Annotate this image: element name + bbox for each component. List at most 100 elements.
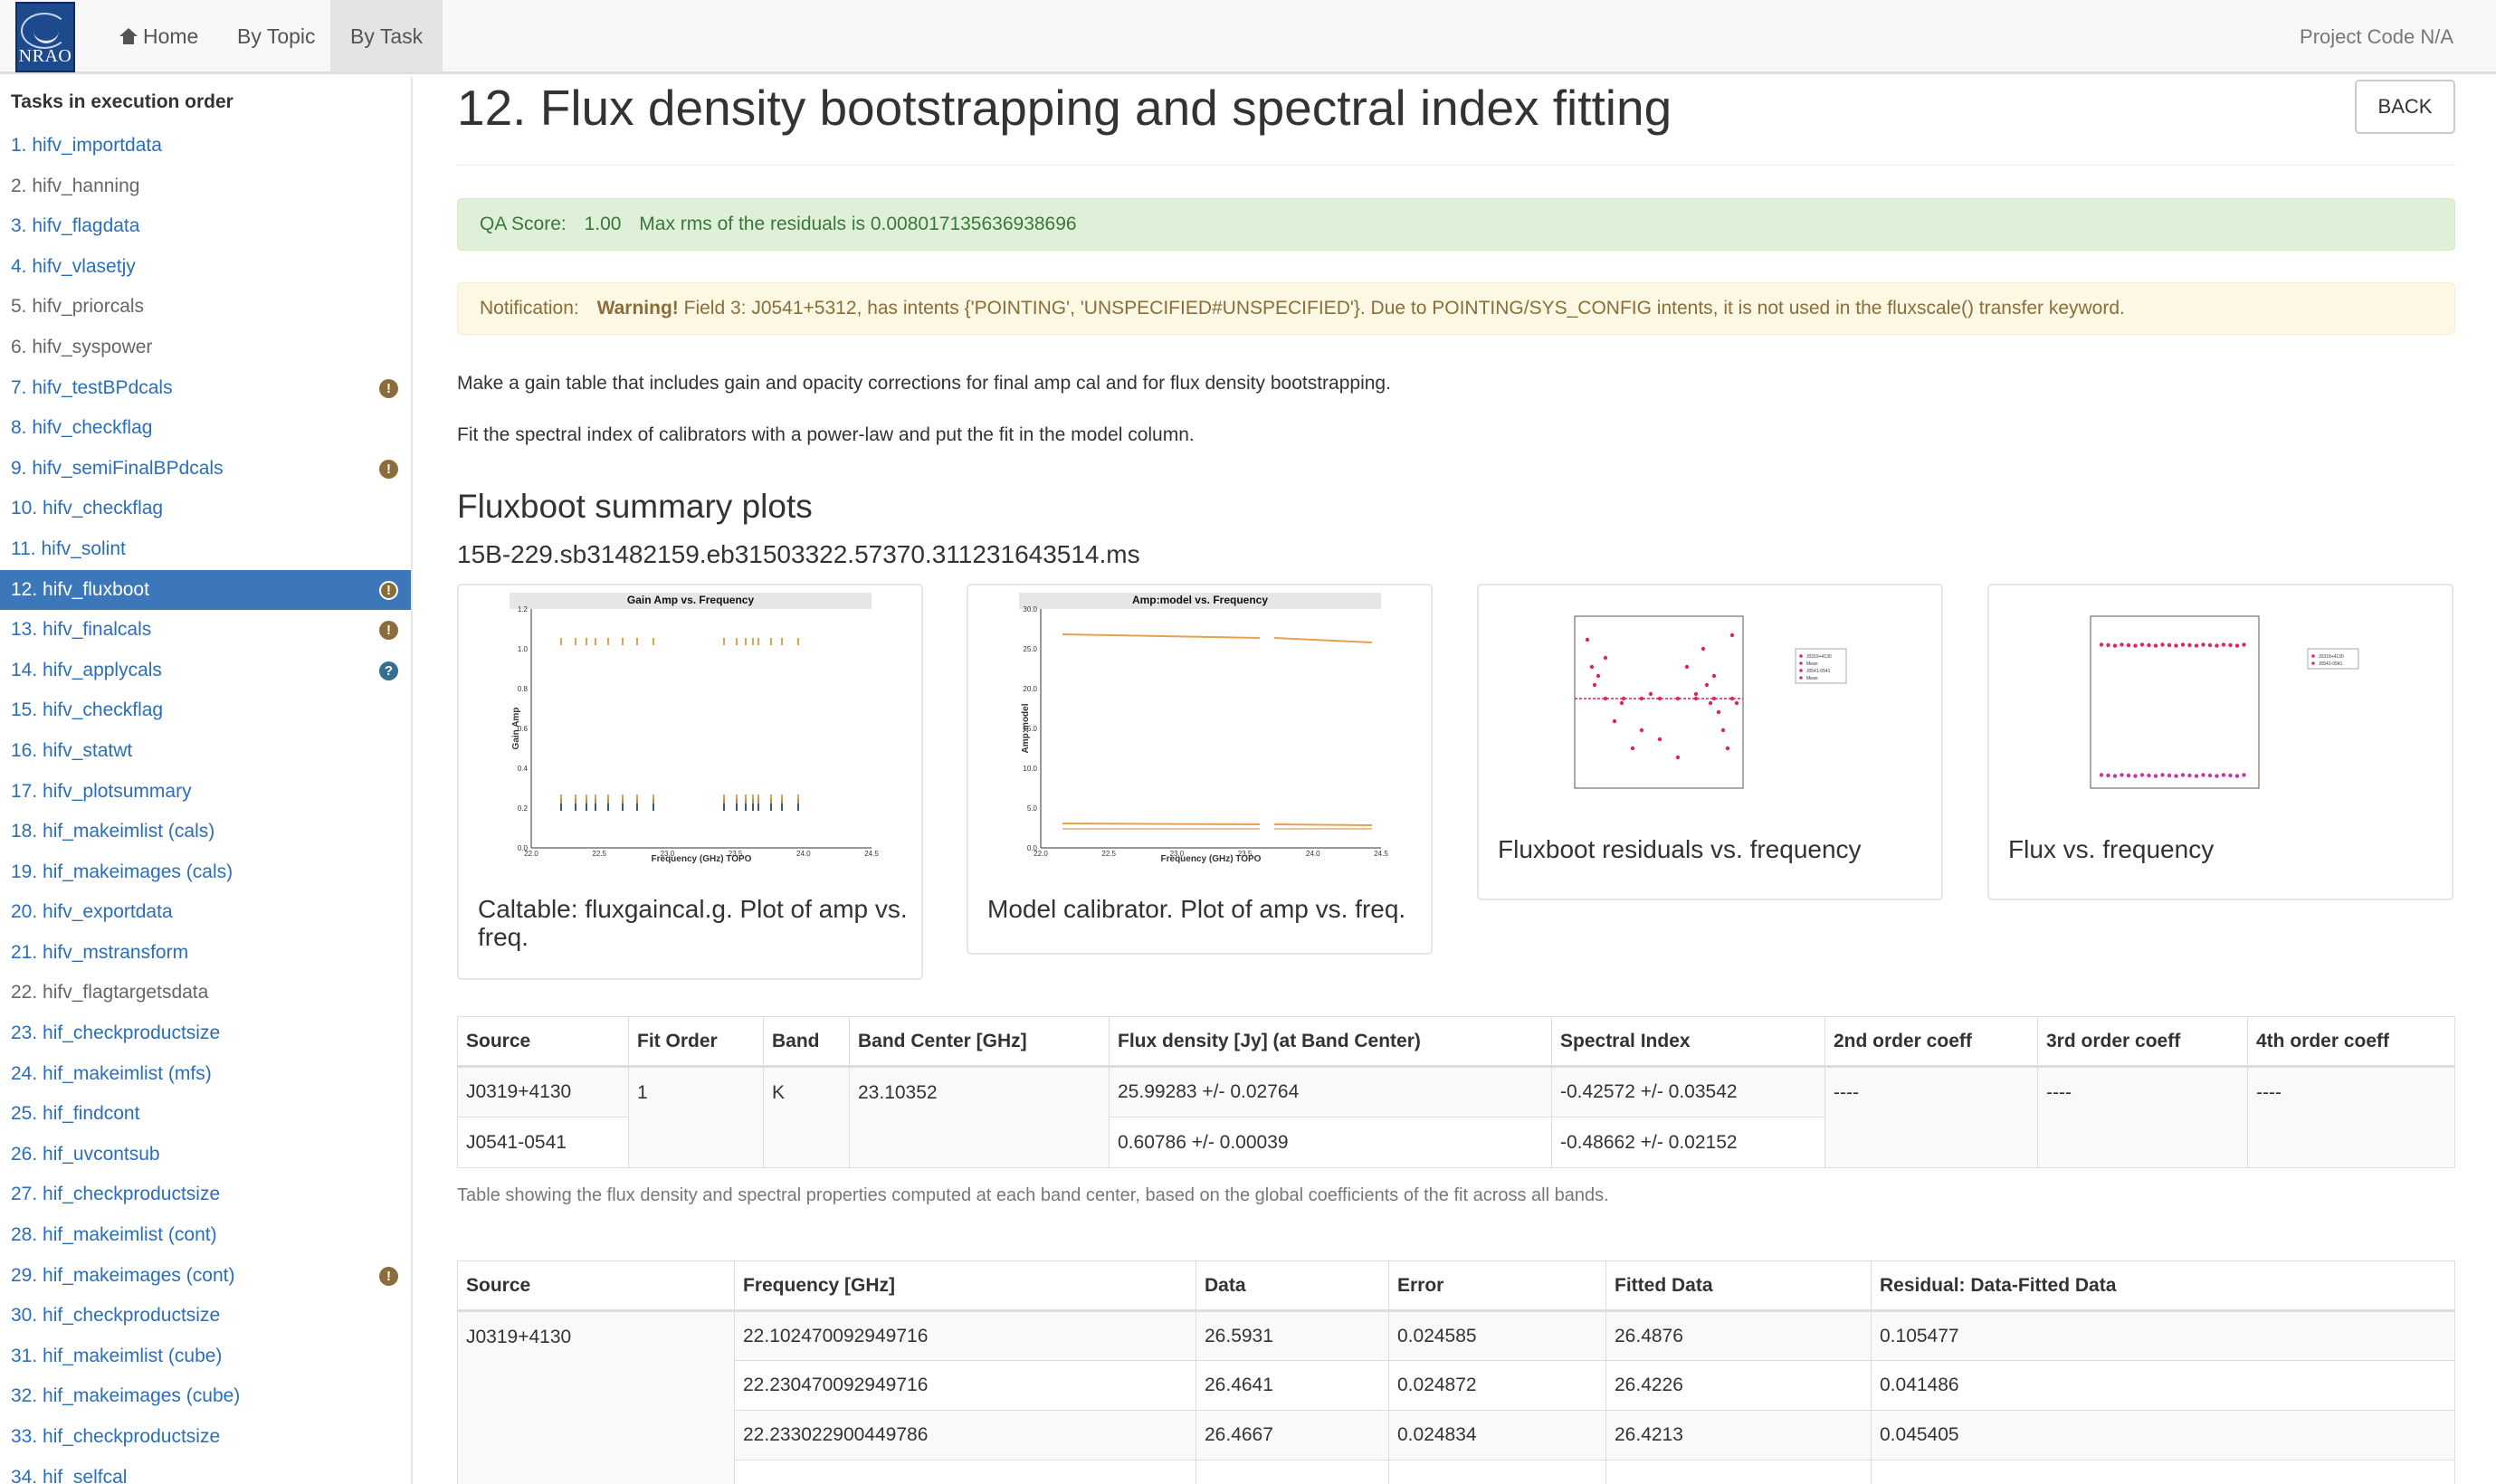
warning-icon: !	[379, 621, 398, 641]
sidebar-item[interactable]: 14. hifv_applycals?	[0, 651, 411, 691]
home-icon	[119, 28, 138, 44]
sidebar-item-label: 29. hif_makeimages (cont)	[11, 1264, 235, 1286]
sidebar-item[interactable]: 13. hifv_finalcals!	[0, 610, 411, 651]
residual-point	[1619, 700, 1624, 706]
plot-thumbnail-model-amp[interactable]: Amp:model vs. Frequency 0.0 5.0 10.0 15.0 20…	[967, 584, 1433, 955]
gain-point	[636, 638, 638, 645]
residual-point	[1711, 696, 1717, 701]
sidebar-item[interactable]: 31. hif_makeimlist (cube)	[0, 1337, 411, 1377]
flux-point	[2139, 773, 2145, 777]
sidebar-item[interactable]: 23. hif_checkproductsize	[0, 1013, 411, 1054]
flux-header-source: Source	[457, 1016, 629, 1068]
flux-table-header-row: Source Fit Order Band Band Center [GHz] …	[457, 1016, 2455, 1068]
gain-point	[770, 638, 772, 645]
flux-cell-coeff4: ----	[2247, 1066, 2455, 1168]
y-tick-label: 10.0	[1023, 765, 1037, 773]
y-tick-label: 20.0	[1023, 685, 1037, 693]
sidebar-item[interactable]: 21. hifv_mstransform	[0, 933, 411, 974]
plot-thumbnail-flux-freq[interactable]: J0319+4130 J0541-0541 Flux vs. frequency	[1987, 584, 2453, 900]
y-tick-label: 0.2	[518, 804, 529, 813]
sidebar-item[interactable]: 5. hifv_priorcals	[0, 287, 411, 328]
table-row: J0319+4130 22.102470092949716 26.5931 0.…	[457, 1310, 2455, 1484]
flux-point	[2147, 773, 2151, 778]
flux-point	[2207, 642, 2213, 648]
gain-point	[736, 804, 738, 811]
sidebar-item[interactable]: 24. hif_makeimlist (mfs)	[0, 1054, 411, 1095]
sidebar-item-label: 4. hifv_vlasetjy	[11, 255, 136, 277]
sidebar-item[interactable]: 26. hif_uvcontsub	[0, 1135, 411, 1175]
flux-point	[2133, 774, 2138, 778]
sidebar-item[interactable]: 11. hifv_solint	[0, 529, 411, 570]
gain-point	[636, 804, 638, 811]
gain-point	[752, 638, 754, 645]
sidebar-item[interactable]: 1. hifv_importdata	[0, 126, 411, 166]
flux-point	[2194, 643, 2199, 648]
sidebar-item-label: 13. hifv_finalcals	[11, 619, 152, 641]
sidebar-item[interactable]: 22. hifv_flagtargetsdata	[0, 973, 411, 1013]
legend-marker	[2311, 661, 2315, 665]
sidebar-item[interactable]: 3. hifv_flagdata	[0, 206, 411, 247]
sidebar-heading: Tasks in execution order	[11, 91, 233, 112]
task-sidebar: Tasks in execution order 1. hifv_importd…	[0, 77, 413, 1484]
sidebar-item[interactable]: 30. hif_checkproductsize	[0, 1296, 411, 1337]
sidebar-item[interactable]: 17. hifv_plotsummary	[0, 772, 411, 813]
flux-point	[2099, 773, 2104, 777]
gain-point	[575, 804, 576, 811]
sidebar-item[interactable]: 16. hifv_statwt	[0, 731, 411, 772]
flux-point	[2215, 774, 2219, 778]
sidebar-item[interactable]: 12. hifv_fluxboot!	[0, 569, 411, 611]
res-header-data: Data	[1196, 1260, 1389, 1312]
sidebar-item-label: 27. hif_checkproductsize	[11, 1184, 221, 1205]
plot-thumbnail-gain-amp[interactable]: Gain Amp vs. Frequency 0.0 0.2 0.4 0.6 0.8 1.…	[457, 584, 923, 980]
sidebar-item[interactable]: 10. hifv_checkflag	[0, 489, 411, 529]
gain-point	[560, 804, 562, 811]
sidebar-item[interactable]: 18. hif_makeimlist (cals)	[0, 812, 411, 852]
res-cell-residual: 0.105477	[1871, 1310, 2455, 1361]
sidebar-item[interactable]: 27. hif_checkproductsize	[0, 1175, 411, 1215]
sidebar-item[interactable]: 15. hifv_checkflag	[0, 690, 411, 731]
res-cell-error	[1388, 1460, 1606, 1484]
sidebar-item-label: 25. hif_findcont	[11, 1103, 140, 1125]
flux-cell-band: K	[763, 1066, 850, 1168]
gain-point	[781, 804, 783, 811]
residual-point	[1720, 728, 1726, 733]
sidebar-item[interactable]: 6. hifv_syspower	[0, 328, 411, 368]
nrao-logo[interactable]: NRAO	[15, 2, 75, 72]
res-cell-data: 26.5931	[1196, 1310, 1389, 1361]
back-button[interactable]: BACK	[2355, 80, 2455, 134]
sidebar-item[interactable]: 29. hif_makeimages (cont)!	[0, 1256, 411, 1297]
residual-point	[1704, 682, 1710, 688]
y-tick-label: 25.0	[1023, 645, 1037, 653]
sidebar-item[interactable]: 25. hif_findcont	[0, 1094, 411, 1135]
nav-by-task[interactable]: By Task	[330, 0, 443, 72]
flux-point	[2147, 642, 2151, 648]
flux-freq-plot-image: J0319+4130J0541-0541	[2090, 615, 2359, 789]
sidebar-item[interactable]: 20. hifv_exportdata	[0, 892, 411, 933]
sidebar-item[interactable]: 9. hifv_semiFinalBPdcals!	[0, 449, 411, 490]
nav-home[interactable]: Home	[100, 0, 218, 72]
gain-point	[781, 638, 783, 645]
residual-point	[1729, 696, 1735, 701]
sidebar-item[interactable]: 34. hif_selfcal	[0, 1458, 411, 1484]
flux-point	[2187, 773, 2192, 778]
plot-thumbnail-residuals[interactable]: J0319+4130 Mean J0541-0541 Mean Fluxboot re…	[1477, 584, 1943, 900]
sidebar-item[interactable]: 4. hifv_vlasetjy	[0, 247, 411, 288]
warning-icon: !	[379, 580, 398, 600]
legend-marker	[1799, 669, 1803, 672]
sidebar-item[interactable]: 33. hif_checkproductsize	[0, 1417, 411, 1458]
sidebar-item[interactable]: 32. hif_makeimages (cube)	[0, 1376, 411, 1417]
sidebar-item[interactable]: 7. hifv_testBPdcals!	[0, 368, 411, 409]
qa-score-alert: QA Score: 1.00 Max rms of the residuals …	[457, 198, 2455, 251]
sidebar-item[interactable]: 2. hifv_hanning	[0, 166, 411, 207]
sidebar-item-label: 18. hif_makeimlist (cals)	[11, 821, 215, 842]
sidebar-item-label: 20. hifv_exportdata	[11, 901, 173, 923]
res-header-source: Source	[457, 1260, 735, 1312]
sidebar-item[interactable]: 8. hifv_checkflag	[0, 408, 411, 449]
residual-point	[1592, 682, 1597, 688]
flux-header-3rd-coeff: 3rd order coeff	[2037, 1016, 2248, 1068]
gain-point	[757, 804, 759, 811]
sidebar-item[interactable]: 19. hif_makeimages (cals)	[0, 852, 411, 893]
nav-by-topic[interactable]: By Topic	[217, 0, 336, 72]
flux-cell-flux: 0.60786 +/- 0.00039	[1109, 1117, 1552, 1168]
sidebar-item[interactable]: 28. hif_makeimlist (cont)	[0, 1215, 411, 1256]
